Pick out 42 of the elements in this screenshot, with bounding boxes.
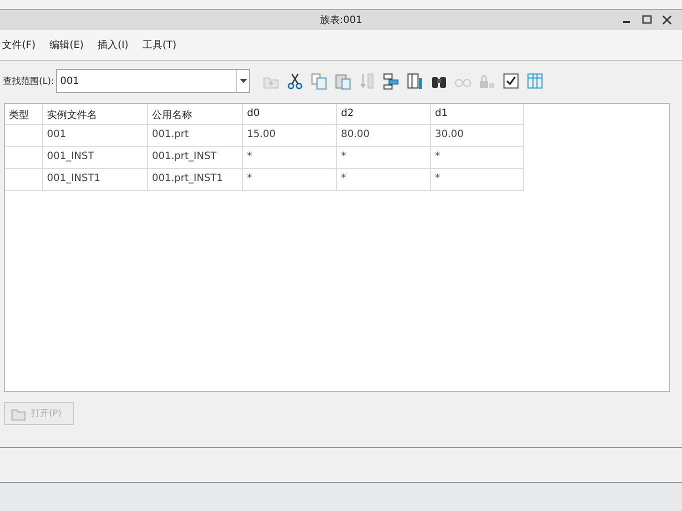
checkbox-icon[interactable] bbox=[502, 72, 520, 90]
column-header[interactable]: 类型 bbox=[5, 104, 43, 125]
find-combobox[interactable]: 001 bbox=[56, 69, 250, 93]
dropdown-icon[interactable] bbox=[240, 79, 247, 83]
find-label: 查找范围(L): bbox=[3, 76, 54, 88]
menu-item[interactable]: 插入(I) bbox=[98, 38, 128, 52]
column-header[interactable]: d0 bbox=[243, 104, 337, 125]
menu-item[interactable]: 文件(F) bbox=[2, 38, 36, 52]
table-cell: * bbox=[431, 147, 524, 169]
column-header[interactable]: d2 bbox=[337, 104, 431, 125]
window-title: 族表:001 bbox=[320, 14, 362, 27]
table-cell: * bbox=[243, 147, 337, 169]
column-header[interactable]: 实例文件名 bbox=[43, 104, 148, 125]
table-cell: 15.00 bbox=[243, 125, 337, 147]
structure-icon[interactable] bbox=[382, 72, 400, 90]
table-cell: * bbox=[243, 169, 337, 191]
table-cell: 001.prt_INST1 bbox=[148, 169, 243, 191]
insert-column-icon[interactable] bbox=[406, 72, 424, 90]
table-cell bbox=[5, 125, 43, 147]
table-cell: 80.00 bbox=[337, 125, 431, 147]
copy-icon[interactable] bbox=[310, 72, 328, 90]
table-cell: 30.00 bbox=[431, 125, 524, 147]
table-cell: * bbox=[431, 169, 524, 191]
close-icon[interactable] bbox=[662, 15, 672, 25]
table-cell: 001.prt bbox=[148, 125, 243, 147]
table-cell bbox=[5, 147, 43, 169]
folder-icon bbox=[11, 406, 27, 420]
column-header[interactable]: d1 bbox=[431, 104, 524, 125]
table-icon[interactable] bbox=[526, 72, 544, 90]
table-cell: 001.prt_INST bbox=[148, 147, 243, 169]
paste-icon[interactable] bbox=[334, 72, 352, 90]
table-cell: * bbox=[337, 169, 431, 191]
maximize-icon[interactable] bbox=[642, 15, 652, 25]
menu-item[interactable]: 工具(T) bbox=[142, 38, 176, 52]
table-cell: * bbox=[337, 147, 431, 169]
menu-item[interactable]: 编辑(E) bbox=[50, 38, 84, 52]
table-cell: 001_INST bbox=[43, 147, 148, 169]
table-cell bbox=[5, 169, 43, 191]
table-cell: 001 bbox=[43, 125, 148, 147]
column-header[interactable]: 公用名称 bbox=[148, 104, 243, 125]
cut-icon[interactable] bbox=[286, 72, 304, 90]
table-cell: 001_INST1 bbox=[43, 169, 148, 191]
